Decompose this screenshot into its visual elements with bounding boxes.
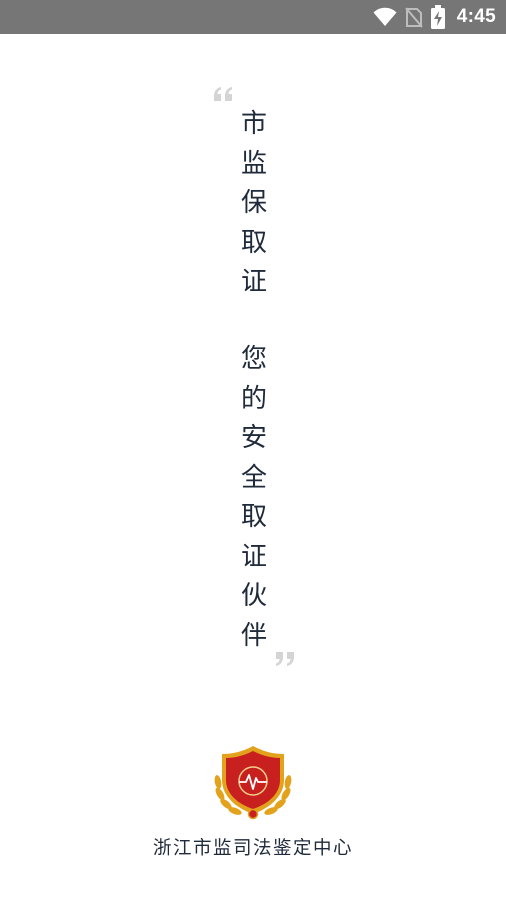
- slogan-part-1: 市 监 保 取 证: [232, 105, 276, 303]
- status-bar: 4:45: [0, 0, 506, 34]
- open-quote-icon: [213, 86, 233, 106]
- slogan-char: 安: [240, 423, 267, 453]
- slogan-char: 取: [240, 227, 267, 258]
- slogan-char: 伴: [240, 620, 267, 651]
- shield-emblem-icon: [210, 744, 296, 824]
- slogan-char: 证: [240, 267, 267, 297]
- slogan-char: 伙: [240, 581, 267, 611]
- close-quote-icon: [275, 651, 295, 671]
- slogan-char: 保: [240, 188, 267, 218]
- no-sim-icon: [405, 6, 423, 28]
- slogan-char: 您: [240, 344, 267, 374]
- slogan-char: 证: [240, 541, 267, 572]
- slogan-char: 全: [240, 462, 267, 493]
- slogan-char: 市: [240, 109, 267, 139]
- slogan-char: 监: [240, 148, 267, 179]
- status-time: 4:45: [456, 6, 496, 27]
- organization-name: 浙江市监司法鉴定中心: [152, 838, 353, 859]
- wifi-icon: [373, 7, 397, 27]
- slogan-part-2: 您 的 安 全 取 证 伙 伴: [232, 340, 276, 656]
- slogan-char: 取: [240, 502, 267, 532]
- slogan-char: 的: [240, 383, 267, 414]
- status-icons: 4:45: [373, 0, 496, 34]
- splash-screen: 市 监 保 取 证 您 的 安 全 取 证 伙 伴 浙江市监司法鉴定中心: [0, 34, 506, 900]
- battery-charging-icon: [430, 5, 445, 29]
